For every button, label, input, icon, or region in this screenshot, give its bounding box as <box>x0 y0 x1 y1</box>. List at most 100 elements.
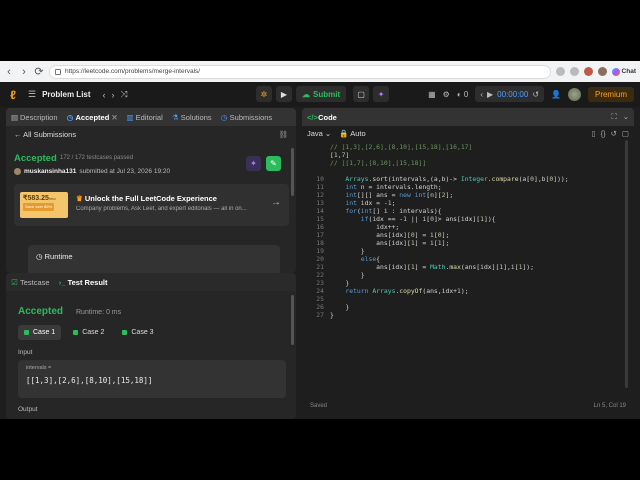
copilot-button[interactable]: Chat <box>611 67 636 76</box>
prev-problem-icon[interactable]: ‹ <box>103 90 106 100</box>
forward-icon[interactable]: › <box>19 66 29 78</box>
tab-solutions[interactable]: ⚗ Solutions <box>172 113 212 122</box>
leetcode-logo-icon[interactable]: ℓ <box>6 88 20 102</box>
tab-submissions[interactable]: ◷ Submissions <box>220 112 272 122</box>
list-icon: ☰ <box>28 89 37 99</box>
layout-icon[interactable]: ▦ <box>428 90 436 99</box>
code-line: [1,7] <box>330 151 350 159</box>
tab-editorial[interactable]: ▥ Editorial <box>127 113 163 122</box>
book-icon: ▥ <box>126 112 134 122</box>
chevron-down-icon[interactable]: ⌄ <box>623 112 629 122</box>
timer[interactable]: ‹ ▶ 00:00:00 ↺ <box>475 86 545 102</box>
bookmark-icon[interactable]: ▯ <box>591 129 595 138</box>
price-coupon: ₹583.25/mo Save over 86% <box>20 192 68 218</box>
maximize-icon[interactable]: ⛶ <box>611 112 616 122</box>
close-icon[interactable]: ✕ <box>111 113 117 122</box>
scrollbar[interactable] <box>291 295 294 345</box>
line-number: 11 <box>316 183 324 191</box>
next-problem-icon[interactable]: › <box>112 90 115 100</box>
line-number: 17 <box>316 231 324 239</box>
auto-toggle[interactable]: 🔒 Auto <box>339 129 365 138</box>
promo-title: ♛ Unlock the Full LeetCode Experience <box>76 194 217 203</box>
editor-status-bar: Saved Ln 5, Col 19 <box>302 398 634 414</box>
lock-icon: 🔒 <box>339 129 349 138</box>
language-select[interactable]: Java ⌄ <box>307 129 331 138</box>
code-line: ans[idx][0] = i[0]; <box>330 231 450 239</box>
braces-icon[interactable]: {} <box>601 129 606 138</box>
address-bar[interactable]: https://leetcode.com/problems/merge-inte… <box>49 64 551 79</box>
problem-list-button[interactable]: Problem List <box>42 90 90 99</box>
line-numbers: 10 11 12 13 14 15 16 17 18 19 20 21 22 23 24 25 26 27 <box>302 143 324 319</box>
code-line: ans[idx][1] = Math.max(ans[idx][1],i[1])… <box>330 263 534 271</box>
line-number: 24 <box>316 287 324 295</box>
submit-button[interactable]: ☁ Submit <box>296 86 347 102</box>
code-editor[interactable]: // [1,3],[2,6],[8,10],[15,18],[16,17] [1,… <box>330 143 569 319</box>
reset-icon[interactable]: ↺ <box>611 129 617 138</box>
scrollbar[interactable] <box>625 140 628 388</box>
debug-button[interactable]: ✲ <box>256 86 272 102</box>
premium-button[interactable]: Premium <box>587 86 634 102</box>
terminal-icon: ›_ <box>58 277 66 287</box>
reload-icon[interactable]: ⟳ <box>34 65 44 78</box>
line-number: 18 <box>316 239 324 247</box>
extension-icon[interactable] <box>583 67 593 76</box>
add-user-icon[interactable]: 👤 <box>551 90 561 99</box>
code-line: } <box>330 247 365 255</box>
back-icon[interactable]: ‹ <box>4 66 14 78</box>
tab-code[interactable]: </> Code <box>307 113 337 122</box>
case-tab-1[interactable]: Case 1 <box>18 325 62 340</box>
extension-icon[interactable] <box>569 67 579 76</box>
code-line: int[][] ans = new int[n][2]; <box>345 191 454 199</box>
code-line: ans[idx][1] = i[1]; <box>330 239 450 247</box>
code-line: } <box>330 271 365 279</box>
variable-name: intervals = <box>26 365 52 371</box>
case-tab-2[interactable]: Case 2 <box>67 325 110 340</box>
line-number: 25 <box>316 295 324 303</box>
user-avatar <box>14 168 21 175</box>
tab-test-result[interactable]: ›_ Test Result <box>59 278 108 287</box>
edit-notes-button[interactable]: ✎ <box>266 156 281 171</box>
settings-icon[interactable]: ⚙ <box>443 90 450 99</box>
profile-icon[interactable] <box>597 67 607 76</box>
premium-promo[interactable]: ₹583.25/mo Save over 86% ♛ Unlock the Fu… <box>14 184 289 226</box>
analyze-button[interactable]: ✦ <box>246 156 261 171</box>
share-link-icon[interactable]: ⛓ <box>278 130 288 139</box>
ai-assist-button[interactable]: ✦ <box>373 86 390 102</box>
case-tab-3[interactable]: Case 3 <box>116 325 159 340</box>
url-text: https://leetcode.com/problems/merge-inte… <box>65 68 201 75</box>
notes-button[interactable]: ▢ <box>353 86 370 102</box>
avatar[interactable] <box>567 87 581 101</box>
extension-icon[interactable] <box>555 67 565 76</box>
line-number <box>302 151 324 159</box>
line-number: 21 <box>316 263 324 271</box>
history-icon: ◷ <box>220 112 228 122</box>
checkbox-icon: ☑ <box>11 277 18 287</box>
run-controls: ✲ ▶ ☁ Submit ▢ ✦ <box>256 86 390 102</box>
scrollbar[interactable] <box>291 148 294 196</box>
cursor-position: Ln 5, Col 19 <box>593 403 626 409</box>
tab-description[interactable]: ▤ Description <box>11 113 58 122</box>
code-line: // [[1,7],[8,10],[15,18]] <box>330 159 427 167</box>
shuffle-icon[interactable]: ⤨ <box>121 89 128 100</box>
line-number: 15 <box>316 215 324 223</box>
arrow-right-icon[interactable]: → <box>271 197 281 208</box>
variable-value: [[1,3],[2,6],[8,10],[15,18]] <box>26 376 153 385</box>
run-button[interactable]: ▶ <box>276 86 292 102</box>
cloud-upload-icon: ☁ <box>302 89 310 99</box>
all-submissions-link[interactable]: ← All Submissions <box>14 130 76 139</box>
code-line: int idx = -1; <box>345 199 396 207</box>
tab-testcase[interactable]: ☑ Testcase <box>11 277 49 287</box>
runtime-card[interactable]: ◷ Runtime <box>28 245 280 273</box>
clock-icon: ◷ <box>36 252 43 261</box>
code-tabs: </> Code ⛶ ⌄ <box>302 108 634 126</box>
line-number: 27 <box>316 311 324 319</box>
submission-panel: ▤ Description ◷ Accepted ✕ ▥ Editorial ⚗ Sol… <box>6 108 296 273</box>
app-header: ℓ ☰ Problem List ‹ › ⤨ ✲ ▶ ☁ Submit ▢ ✦ ▦… <box>0 82 640 107</box>
tab-accepted[interactable]: ◷ Accepted ✕ <box>67 113 118 122</box>
code-line: else{ <box>360 255 381 263</box>
fullscreen-icon[interactable]: ▢ <box>622 129 629 138</box>
username[interactable]: muskansinha131 <box>24 168 76 175</box>
line-number: 16 <box>316 223 324 231</box>
pass-dot-icon <box>73 330 79 335</box>
streak-counter[interactable]: ◐ 0 <box>457 90 469 99</box>
